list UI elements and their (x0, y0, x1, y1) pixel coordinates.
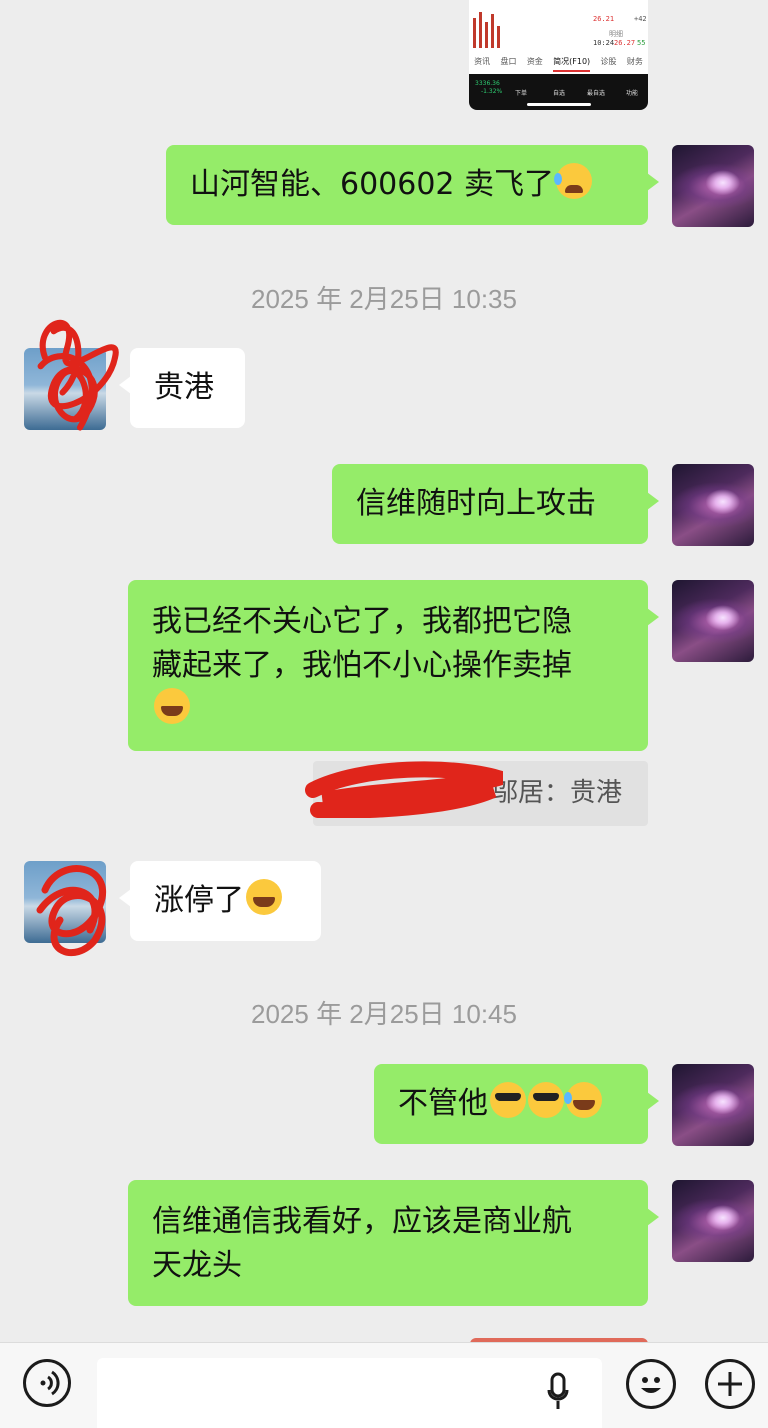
voice-icon[interactable] (23, 1359, 71, 1407)
thumb-change-top: +42 (634, 15, 647, 23)
thumb-volume: 55 (637, 39, 646, 47)
chat-timestamp: 2025 年 2月25日 10:35 (251, 284, 517, 314)
my-avatar[interactable] (672, 1180, 754, 1262)
sunglasses-emoji-icon (490, 1082, 526, 1118)
message-text: 山河智能、600602 卖飞了 (190, 167, 555, 202)
message-text-line: 我已经不关心它了，我都把它隐 (152, 604, 572, 639)
thumb-tab: 盘口 (500, 57, 517, 66)
message-bubble-outgoing[interactable]: 不管他 (374, 1064, 659, 1144)
thumb-bottom-label: 自选 (553, 90, 566, 97)
message-text: 信维随时向上攻击 (356, 486, 596, 521)
thumb-bottom-label: 下单 (515, 90, 528, 97)
thumb-tab-bar: 资讯 盘口 资金 简况(F10) 诊股 财务 (469, 56, 648, 72)
stock-screenshot-thumbnail[interactable]: 26.21 +42 明细 10:24 26.27 55 资讯 盘口 资金 简况(… (469, 0, 648, 110)
contact-avatar[interactable] (24, 348, 106, 430)
thumb-index-change: -1.32% (481, 88, 503, 95)
message-bubble-outgoing[interactable]: 我已经不关心它了，我都把它隐 藏起来了，我怕不小心操作卖掉 (128, 580, 659, 751)
message-bubble-outgoing[interactable]: 信维随时向上攻击 (332, 464, 659, 544)
thumb-tab: 财务 (626, 57, 643, 66)
thumb-bottom-label: 功能 (626, 90, 639, 97)
message-bubble-outgoing[interactable]: 信维通信我看好，应该是商业航 天龙头 (128, 1180, 659, 1306)
emoji-icon[interactable] (626, 1359, 676, 1409)
thumb-tab: 资金 (526, 57, 543, 66)
contact-avatar[interactable] (24, 861, 106, 943)
my-avatar[interactable] (672, 580, 754, 662)
message-text: 涨停了 (154, 883, 244, 918)
thumb-price-top: 26.21 (593, 15, 615, 23)
facepalm-emoji-icon (154, 688, 190, 724)
thumb-bottom-bar: 3336.36 -1.32% 下单 自选 最自选 功能 (469, 74, 648, 110)
message-bubble-incoming[interactable]: 贵港 (119, 348, 245, 428)
stock-chart-fragment (471, 10, 501, 48)
thumb-index-value: 3336.36 (475, 80, 500, 87)
thumb-tab: 资讯 (474, 57, 491, 66)
chat-input-bar (0, 1342, 768, 1428)
thumb-home-indicator (527, 103, 591, 106)
my-avatar[interactable] (672, 464, 754, 546)
chat-timestamp: 2025 年 2月25日 10:45 (251, 999, 517, 1029)
quoted-message[interactable]: 邬居：贵港 (313, 761, 648, 826)
message-text: 不管他 (398, 1086, 488, 1121)
message-text-line: 藏起来了，我怕不小心操作卖掉 (152, 648, 572, 683)
mic-icon[interactable] (547, 1372, 569, 1412)
message-text-line: 信维通信我看好，应该是商业航 (152, 1204, 572, 1239)
message-text: 贵港 (154, 370, 214, 405)
message-text-line: 天龙头 (152, 1248, 242, 1283)
message-bubble-outgoing[interactable]: 山河智能、600602 卖飞了 (166, 145, 659, 225)
thumb-bottom-label: 最自选 (587, 90, 606, 97)
thumb-price: 26.27 (614, 39, 636, 47)
message-bubble-incoming[interactable]: 涨停了 (119, 861, 321, 941)
plus-icon[interactable] (705, 1359, 755, 1409)
thumb-mid-label: 明细 (609, 30, 623, 38)
thumb-tab-active: 简况(F10) (553, 56, 591, 72)
tears-of-joy-emoji-icon (564, 1082, 602, 1118)
crying-emoji-icon (554, 163, 593, 199)
facepalm-emoji-icon (246, 879, 282, 915)
message-input[interactable] (97, 1358, 602, 1428)
my-avatar[interactable] (672, 145, 754, 227)
sunglasses-emoji-icon (528, 1082, 564, 1118)
thumb-tab: 诊股 (600, 57, 617, 66)
thumb-time: 10:24 (593, 39, 615, 47)
my-avatar[interactable] (672, 1064, 754, 1146)
